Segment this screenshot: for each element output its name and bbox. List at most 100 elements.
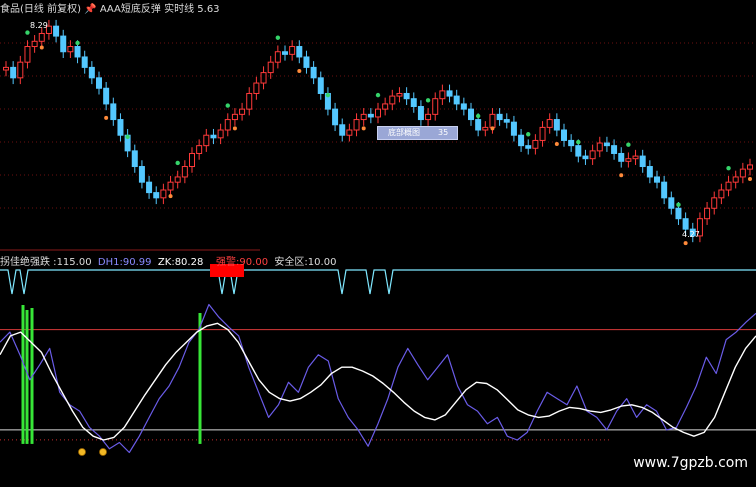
buy-bars [21,305,202,444]
candle-body [131,150,138,168]
indicator-header: 拐佳绝强跌 :115.00 DH1:90.99 ZK:80.28 强警:90.0… [0,257,337,268]
candle-body [489,113,496,128]
candle-body [110,103,117,121]
value-1: 115.00 [56,257,92,268]
candle-body [618,152,625,162]
signal-dot [554,142,559,146]
low-price-label: 4.27 [682,230,700,239]
candle-body [718,189,725,199]
candle-body [174,176,181,183]
value-alert: 90.00 [239,257,269,268]
candle-body [475,119,482,131]
candle-body [239,108,246,115]
candle-body [375,108,381,118]
candle-body [582,155,589,160]
candle-body [246,92,253,110]
candle-body [410,98,417,108]
candle-body [675,207,682,220]
watermark: www.7gpzb.com [633,455,748,471]
chart-window: 食品(日线 前复权) 📌 AAA短底反弹 实时线 5.63 8.29 4.27 … [0,0,756,487]
label-alert: 强警 [216,257,237,268]
candle-body [146,181,153,194]
value-safe: 10.00 [307,257,337,268]
candle-body [596,142,603,152]
signal-dot [526,132,531,137]
signal-dot [104,115,109,120]
candle-body [403,92,410,100]
candle-body [553,119,560,131]
candle-body [88,66,95,79]
signal-dot [626,142,631,147]
label-1: 拐佳绝强跌 [0,257,50,268]
candle-body [167,181,174,191]
candle-body [81,56,88,68]
candle-body [160,189,167,199]
candle-body [639,155,646,168]
indicator-pin-icon: 📌 [84,4,97,15]
candle-body [425,113,432,121]
candle-body [668,197,675,209]
candle-body [389,95,396,105]
candle-body [74,46,81,58]
signal-dot [361,126,366,131]
candle-body [568,139,575,147]
label-zk: ZK [157,257,172,268]
signal-dot [232,126,237,131]
signal-dot [225,103,230,108]
buy-bar [21,305,25,444]
candle-body [518,134,525,147]
candle-body [468,108,474,121]
candle-body [24,46,31,63]
candle-body [360,113,367,121]
candle-body [217,129,224,139]
candle-body [575,145,582,157]
info-tooltip: 底部概图 35 [377,126,458,140]
candle-body [96,77,102,89]
candle-body [196,145,203,154]
signal-dot [275,35,281,40]
stock-title: 食品(日线 前复权) [0,4,81,15]
candle-body [310,66,317,79]
candle-body [539,126,546,141]
candle-body [303,56,310,68]
candle-body [3,66,9,71]
realtime-value: 5.63 [197,4,220,15]
candle-body [725,181,732,191]
candle-body [704,207,711,220]
candle-body [625,158,632,162]
candle-body [510,121,517,136]
signal-dot [726,165,731,171]
label-safe: 安全区 [274,257,305,268]
indicator-name: AAA短底反弹 [99,4,161,15]
signal-trace [0,269,756,295]
candle-body [453,95,460,105]
candle-body [367,113,374,118]
signal-dot [425,98,431,103]
tooltip-label: 底部概图 [388,128,420,137]
candle-body [339,124,346,136]
candle-body [353,119,360,131]
candle-body [153,192,160,199]
candle-body [317,77,324,94]
candle-body [253,82,260,94]
candle-body [396,92,403,97]
candle-body [289,46,296,55]
candle-body [460,103,467,110]
candle-body [53,25,60,37]
candle-body [654,176,660,183]
candle-body [532,139,539,149]
signal-dot [475,113,481,119]
signal-dot [25,30,30,35]
tooltip-value: 35 [438,128,449,137]
signal-line [0,269,756,295]
signal-dot [175,160,180,166]
candle-body [589,150,596,160]
candle-body [203,134,210,147]
signal-dot [619,173,624,178]
signal-dot [125,134,130,140]
candle-body [332,108,339,126]
bottom-coin-icon [99,448,107,456]
candle-body [546,119,553,128]
signal-dot [683,241,688,246]
value-dh1: 90.99 [122,257,152,268]
